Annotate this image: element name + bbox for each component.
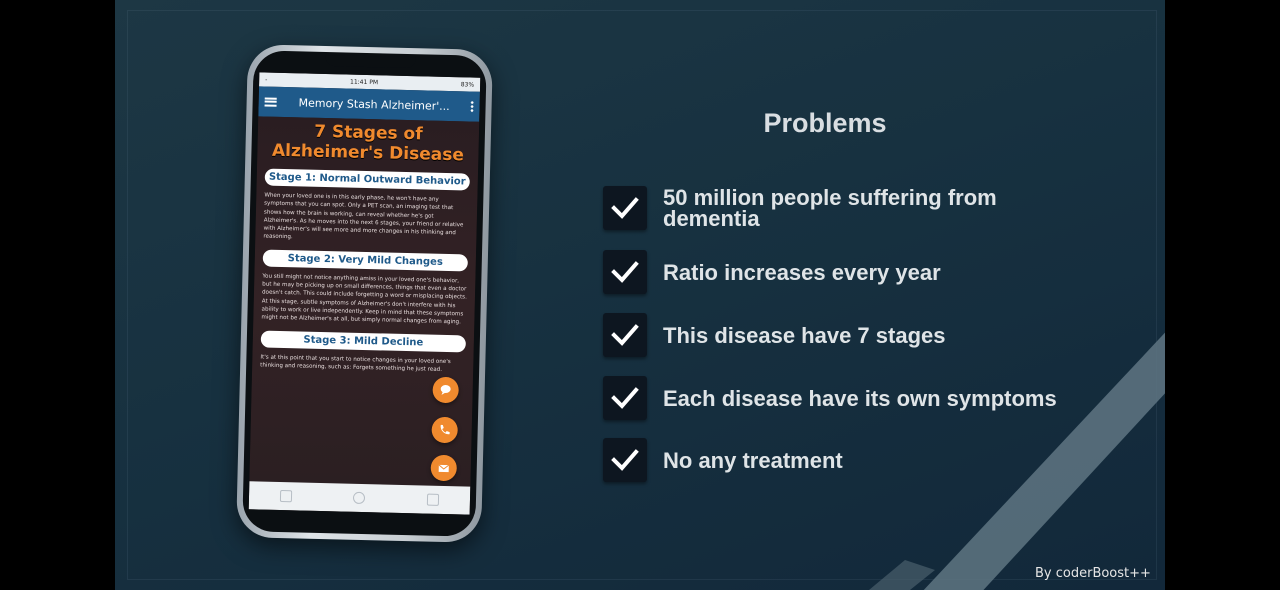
app-title: Memory Stash Alzheimer'... [298,95,450,113]
android-nav-bar [248,481,471,515]
problem-item-4: Each disease have its own symptoms [603,376,1063,420]
problem-item-3: This disease have 7 stages [603,313,1063,357]
problem-text: This disease have 7 stages [663,322,946,348]
stage-1-text: When your loved one is in this early pha… [263,192,464,241]
status-left: - [265,76,268,84]
problems-title: Problems [763,108,887,138]
stage-3-text: It's at this point that you start to not… [260,354,451,373]
article-title: 7 Stages of Alzheimer's Disease [271,121,465,166]
status-battery: 83% [460,80,475,89]
phone-mockup: - 11:41 PM 83% Memory Stash Alzheimer'..… [236,44,493,543]
checkbox-checked-icon [603,250,647,294]
stage-2-heading: Stage 2: Very Mild Changes [262,249,468,272]
chat-icon [440,385,451,395]
phone-icon [440,424,450,435]
problem-text: Ratio increases every year [663,259,941,285]
stage-2-text: You still might not notice anything amis… [261,273,467,326]
stage-1-heading: Stage 1: Normal Outward Behavior [264,168,470,191]
phone-notch [325,54,416,69]
checkbox-checked-icon [603,186,647,230]
checkbox-checked-icon [603,313,647,357]
checkbox-checked-icon [603,376,647,420]
problem-item-2: Ratio increases every year [603,250,1063,294]
hamburger-menu-icon[interactable] [264,97,277,107]
home-icon[interactable] [353,491,366,505]
mail-icon [438,464,450,473]
phone-screen: - 11:41 PM 83% Memory Stash Alzheimer'..… [248,72,481,515]
checkbox-checked-icon [603,438,647,482]
stage-3-heading: Stage 3: Mild Decline [260,330,467,353]
problem-item-5: No any treatment [603,438,1063,482]
recents-icon[interactable] [279,489,292,503]
overflow-menu-icon[interactable] [470,100,474,113]
credit-watermark: By coderBoost++ [1035,566,1151,581]
problem-text: Each disease have its own symptoms [663,385,1057,411]
problem-text: 50 million people suffering from dementi… [663,185,997,231]
problem-item-1: 50 million people suffering from dementi… [603,186,1063,230]
back-icon[interactable] [426,493,440,506]
presentation-slide: - 11:41 PM 83% Memory Stash Alzheimer'..… [115,0,1165,590]
phone-bezel: - 11:41 PM 83% Memory Stash Alzheimer'..… [242,50,487,537]
status-time: 11:41 PM [349,78,379,86]
problem-text: No any treatment [663,447,843,473]
